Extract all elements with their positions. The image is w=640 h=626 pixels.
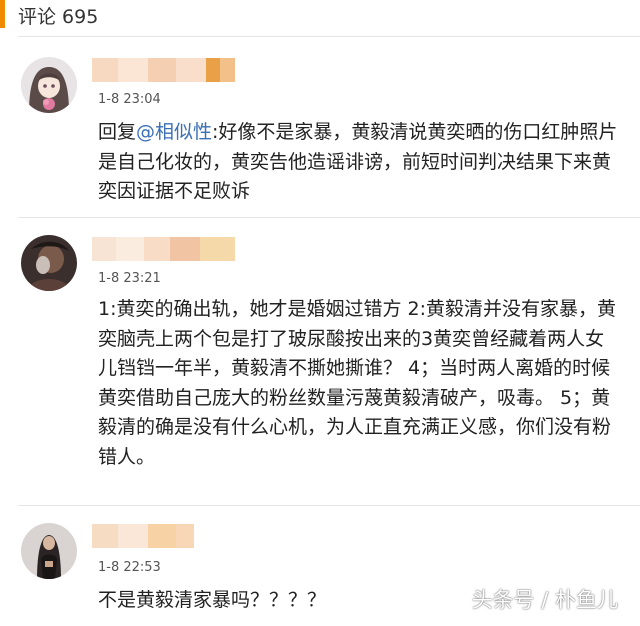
comment-text: 回复@相似性:好像不是家暴，黄毅清说黄奕晒的伤口红肿照片是自己化妆的，黄奕告他造… xyxy=(98,118,618,207)
avatar[interactable] xyxy=(21,57,77,113)
dark-photo-avatar-icon xyxy=(21,235,77,291)
username-blurred[interactable] xyxy=(92,524,194,548)
comment-time: 1-8 23:21 xyxy=(98,271,161,286)
watermark: 头条号 / 朴鱼儿 xyxy=(471,588,618,612)
username-blurred[interactable] xyxy=(92,58,235,82)
comment-time: 1-8 22:53 xyxy=(98,560,161,575)
header-accent-bar xyxy=(0,0,5,28)
mention-link[interactable]: @相似性 xyxy=(136,121,212,143)
woman-photo-avatar-icon xyxy=(21,523,77,579)
divider xyxy=(18,505,640,506)
comment-text: 1:黄奕的确出轨，她才是婚姻过错方 2:黄毅清并没有家暴，黄奕脑壳上两个包是打了… xyxy=(98,298,617,468)
comments-count-title: 评论 695 xyxy=(18,6,99,28)
username-blurred[interactable] xyxy=(92,237,235,261)
divider xyxy=(18,36,640,37)
comment-time: 1-8 23:04 xyxy=(98,92,161,107)
avatar[interactable] xyxy=(21,235,77,291)
avatar[interactable] xyxy=(21,523,77,579)
reply-prefix: 回复 xyxy=(98,121,137,143)
anime-girl-avatar-icon xyxy=(21,57,77,113)
comments-header: 评论 695 xyxy=(0,0,640,34)
divider xyxy=(18,217,640,218)
